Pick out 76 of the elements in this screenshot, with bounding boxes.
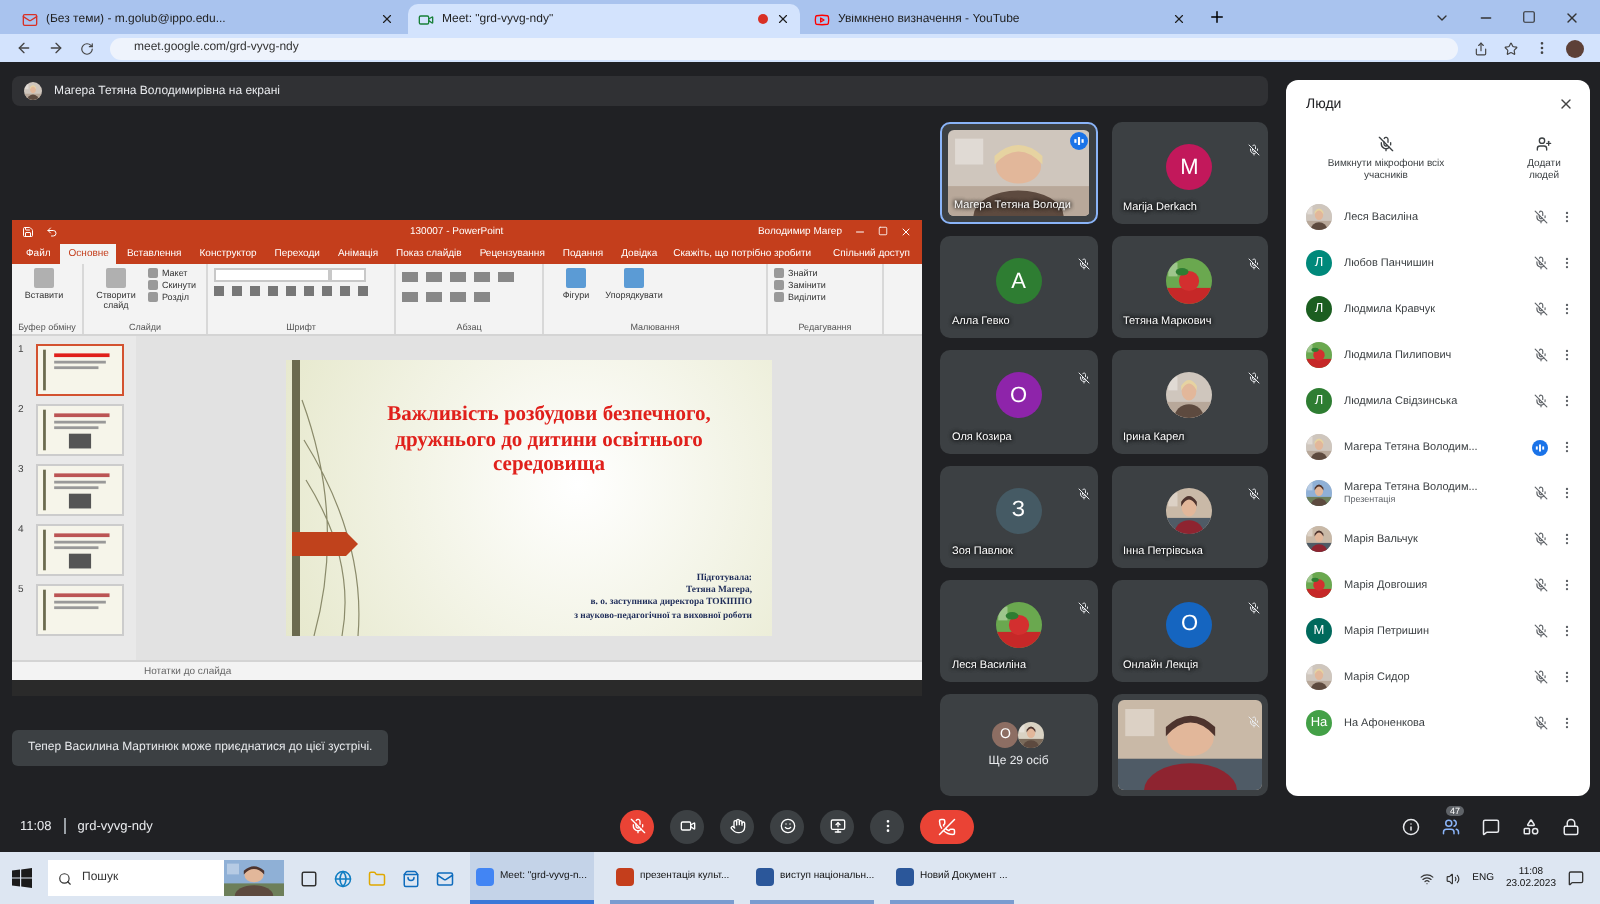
avatar: А — [995, 258, 1042, 305]
store-icon[interactable] — [402, 869, 420, 887]
maximize-icon[interactable] — [1522, 9, 1536, 23]
mail-icon[interactable] — [436, 869, 454, 887]
more-icon[interactable] — [1560, 486, 1574, 500]
font-name-field[interactable] — [214, 268, 330, 282]
smile-icon — [779, 818, 795, 834]
slide-thumbnail[interactable] — [36, 344, 124, 396]
mic-off-icon — [629, 818, 645, 834]
mic-off-icon — [1378, 136, 1394, 152]
mail-icon — [22, 11, 38, 27]
close-icon[interactable] — [1172, 12, 1186, 26]
search-icon — [58, 871, 72, 885]
network-icon[interactable] — [1420, 871, 1435, 885]
chat-icon[interactable] — [1482, 817, 1500, 835]
more-icon[interactable] — [1560, 302, 1574, 316]
slide-thumbnail[interactable] — [36, 464, 124, 516]
app-icon — [616, 867, 634, 885]
app-icon — [476, 867, 494, 885]
more-icon[interactable] — [1560, 716, 1574, 730]
bookmark-icon[interactable] — [1504, 41, 1518, 55]
forward-icon[interactable] — [48, 40, 64, 56]
info-icon[interactable] — [1402, 817, 1420, 835]
camera-button[interactable] — [670, 809, 704, 843]
phone-icon — [938, 817, 956, 835]
avatar: M — [1166, 144, 1213, 191]
activities-icon[interactable] — [1522, 817, 1540, 835]
browser-icon[interactable] — [334, 869, 352, 887]
camera-icon — [418, 11, 434, 27]
share-icon[interactable] — [1474, 41, 1488, 55]
app-icon — [756, 867, 774, 885]
slide-thumbnail[interactable] — [36, 404, 124, 456]
more-icon[interactable] — [1560, 348, 1574, 362]
more-icon[interactable] — [1560, 256, 1574, 270]
app-icon — [896, 867, 914, 885]
more-icon[interactable] — [1560, 578, 1574, 592]
mic-button[interactable] — [620, 809, 654, 843]
profile-avatar[interactable] — [1566, 39, 1584, 57]
people-icon[interactable] — [1442, 817, 1460, 835]
close-icon[interactable] — [1558, 96, 1574, 112]
more-icon[interactable] — [1560, 624, 1574, 638]
play-icon — [814, 11, 830, 27]
lock-icon[interactable] — [1562, 817, 1580, 835]
present-screen-icon — [829, 818, 845, 834]
avatar: О — [1166, 601, 1213, 648]
reactions-button[interactable] — [770, 809, 804, 843]
new-tab-icon[interactable] — [1208, 8, 1226, 26]
more-icon[interactable] — [1560, 210, 1574, 224]
avatar: О — [995, 372, 1042, 419]
present-button[interactable] — [820, 809, 854, 843]
avatar: З — [995, 487, 1042, 534]
slide-thumbnail[interactable] — [36, 584, 124, 636]
save-icon[interactable] — [22, 225, 34, 237]
more-icon[interactable] — [1560, 670, 1574, 684]
close-icon[interactable] — [776, 12, 790, 26]
back-icon[interactable] — [16, 40, 32, 56]
notifications-icon[interactable] — [1568, 870, 1584, 886]
undo-icon[interactable] — [46, 225, 58, 237]
slide-title: Важливість розбудови безпечного, дружнього до дитини освітнього середовища — [385, 404, 713, 480]
slide-thumbnail[interactable] — [36, 524, 124, 576]
volume-icon[interactable] — [1446, 871, 1461, 885]
more-icon[interactable] — [1560, 532, 1574, 546]
start-icon[interactable] — [12, 868, 32, 888]
camera-icon — [679, 818, 695, 834]
add-person-icon — [1536, 136, 1552, 152]
hand-icon — [729, 818, 745, 834]
reload-icon[interactable] — [80, 41, 94, 55]
task-view-icon[interactable] — [300, 869, 318, 887]
end-call-button[interactable] — [920, 809, 974, 843]
close-icon[interactable] — [1564, 9, 1580, 25]
more-icon[interactable] — [1560, 394, 1574, 408]
more-icon[interactable] — [1560, 440, 1574, 454]
font-size-field[interactable] — [330, 268, 366, 282]
raise-hand-button[interactable] — [720, 809, 754, 843]
recording-dot — [758, 14, 768, 24]
close-icon[interactable] — [380, 12, 394, 26]
